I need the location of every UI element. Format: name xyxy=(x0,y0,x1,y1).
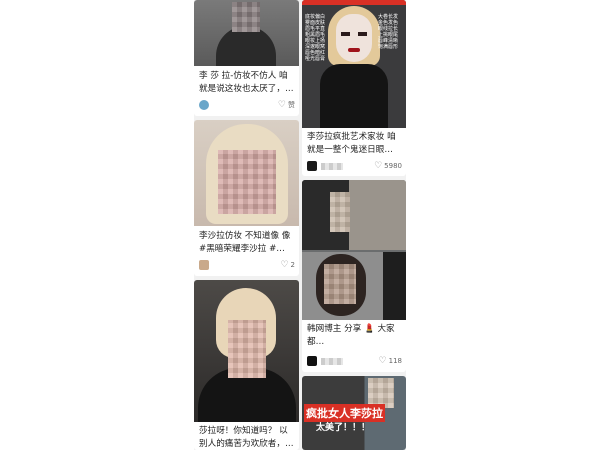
post-thumbnail[interactable] xyxy=(194,120,299,226)
post-card[interactable]: 李 莎 拉-仿妆不仿人 咱就是说这妆也太厌了，… ♡ 赞 xyxy=(194,0,299,116)
heart-outline-icon[interactable]: ♡ xyxy=(278,100,286,110)
blurred-face xyxy=(218,150,276,214)
avatar[interactable] xyxy=(199,260,209,270)
post-thumbnail[interactable] xyxy=(302,180,406,320)
post-meta: ♡ 赞 xyxy=(199,99,295,111)
heart-outline-icon[interactable]: ♡ xyxy=(280,260,288,270)
makeup-notes-right: 大卷长发 金色发色 眼线拉长 上挑眼尾 唇峰清晰 饱满唇形 xyxy=(378,14,399,50)
post-thumbnail[interactable] xyxy=(194,0,299,66)
post-card[interactable]: 底妆偏白 雾面皮肤 眉毛平直 粗黑眉毛 眼妆上扬 深邃眼窝 唇色暗红 哑光唇膏 … xyxy=(302,0,406,176)
avatar[interactable] xyxy=(199,100,209,110)
like-count: 5980 xyxy=(384,162,402,170)
like-count: 118 xyxy=(388,357,402,365)
post-meta: ♡ 2 xyxy=(199,259,295,271)
lips xyxy=(348,48,360,52)
post-title[interactable]: 李 莎 拉-仿妆不仿人 咱就是说这妆也太厌了，… xyxy=(199,70,295,96)
post-thumbnail[interactable]: 底妆偏白 雾面皮肤 眉毛平直 粗黑眉毛 眼妆上扬 深邃眼窝 唇色暗红 哑光唇膏 … xyxy=(302,0,406,128)
face xyxy=(336,14,372,62)
post-title[interactable]: 李莎拉疯批艺术家妆 咱就是一整个鬼迷日眼… xyxy=(307,131,402,157)
top-photo xyxy=(302,180,406,250)
blurred-face xyxy=(324,264,356,304)
post-title[interactable]: 韩网博主 分享 💄 大家都… xyxy=(307,323,402,349)
heart-outline-icon[interactable]: ♡ xyxy=(374,161,382,171)
black-outfit xyxy=(320,64,388,128)
avatar[interactable] xyxy=(307,161,317,171)
banner-subtitle: 太美了！！！ xyxy=(316,423,371,433)
blurred-face xyxy=(330,192,350,232)
post-card[interactable]: 疯批女人李莎拉 太美了！！！ xyxy=(302,376,406,450)
makeup-notes-left: 底妆偏白 雾面皮肤 眉毛平直 粗黑眉毛 眼妆上扬 深邃眼窝 唇色暗红 哑光唇膏 xyxy=(305,14,326,62)
post-thumbnail[interactable] xyxy=(194,280,299,422)
post-card[interactable]: 莎拉呀！你知道吗？ 以别人的痛苦为欢欣者，… xyxy=(194,280,299,450)
like-count: 赞 xyxy=(288,101,295,109)
blurred-face xyxy=(228,320,266,378)
username-blurred xyxy=(321,357,343,365)
post-card[interactable]: 韩网博主 分享 💄 大家都… ♡ 118 xyxy=(302,180,406,372)
post-card[interactable]: 李沙拉仿妆 不知道像 像 #黑暗荣耀李沙拉 #… ♡ 2 xyxy=(194,120,299,276)
heart-outline-icon[interactable]: ♡ xyxy=(379,356,387,366)
post-title[interactable]: 莎拉呀！你知道吗？ 以别人的痛苦为欢欣者，… xyxy=(199,425,295,450)
top-banner xyxy=(302,0,406,5)
post-thumbnail[interactable]: 疯批女人李莎拉 太美了！！！ xyxy=(302,376,406,450)
post-meta: ♡ 118 xyxy=(307,355,402,367)
eyes xyxy=(341,32,367,36)
person-silhouette xyxy=(216,26,276,66)
post-meta: ♡ 5980 xyxy=(307,160,402,172)
avatar[interactable] xyxy=(307,356,317,366)
post-title[interactable]: 李沙拉仿妆 不知道像 像 #黑暗荣耀李沙拉 #… xyxy=(199,230,295,256)
feed: 李 莎 拉-仿妆不仿人 咱就是说这妆也太厌了，… ♡ 赞 李沙拉仿妆 不知道像 … xyxy=(194,0,406,450)
blurred-face xyxy=(232,2,260,32)
username-blurred xyxy=(321,162,343,170)
like-count: 2 xyxy=(290,261,295,269)
